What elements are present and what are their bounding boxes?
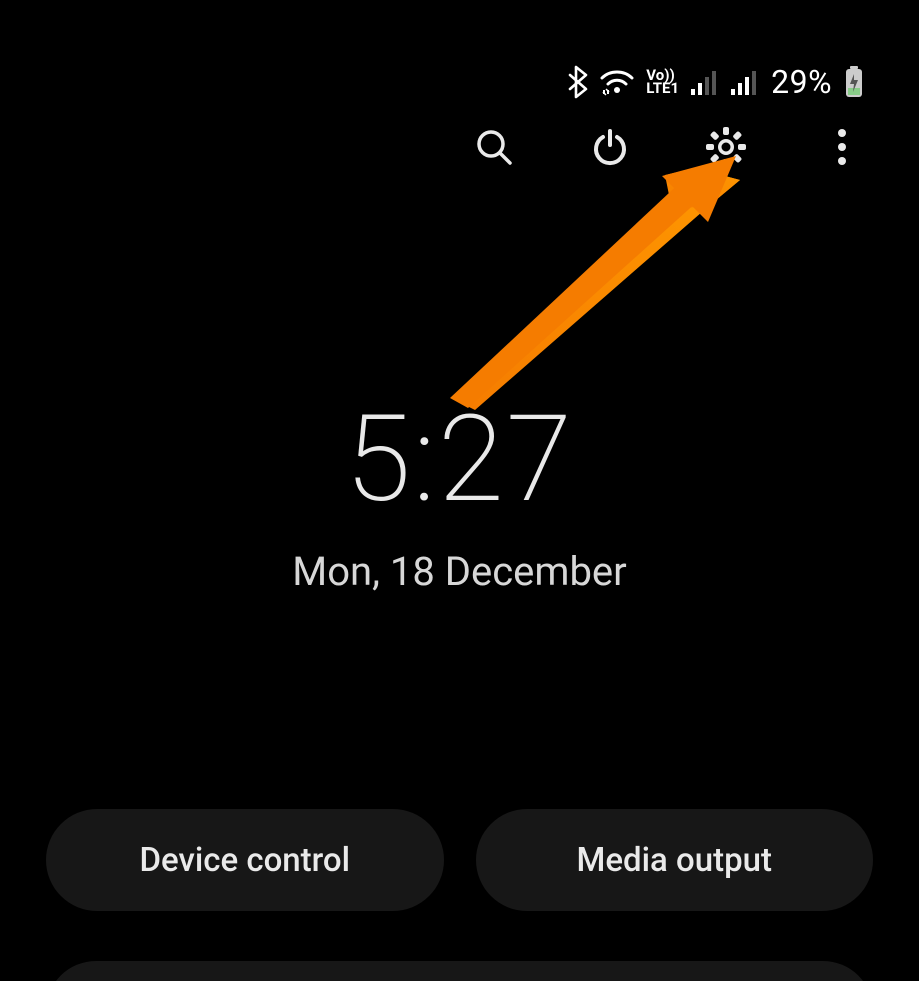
more-button[interactable] bbox=[820, 125, 864, 169]
clock-block: 5:27 Mon, 18 December bbox=[0, 400, 919, 595]
volte-label: Vo)) LTE1 bbox=[646, 69, 679, 95]
more-vert-icon bbox=[836, 127, 848, 167]
status-bar: Vo)) LTE1 29% bbox=[564, 62, 864, 102]
bottom-row: Device control Media output bbox=[46, 809, 873, 911]
media-output-button[interactable]: Media output bbox=[476, 809, 874, 911]
bluetooth-icon bbox=[564, 65, 588, 99]
search-icon bbox=[474, 127, 514, 167]
power-button[interactable] bbox=[588, 125, 632, 169]
wifi-icon bbox=[600, 68, 634, 96]
clock-time: 5:27 bbox=[0, 400, 919, 520]
power-icon bbox=[590, 127, 630, 167]
clock-date: Mon, 18 December bbox=[0, 548, 919, 595]
gear-icon bbox=[705, 126, 747, 168]
device-control-label: Device control bbox=[139, 841, 350, 880]
battery-percent: 29% bbox=[771, 63, 832, 101]
quick-panel-actions bbox=[472, 125, 864, 169]
device-control-button[interactable]: Device control bbox=[46, 809, 444, 911]
search-button[interactable] bbox=[472, 125, 516, 169]
signal-icon-2 bbox=[731, 69, 759, 95]
next-row-peek bbox=[46, 961, 873, 981]
battery-charging-icon bbox=[844, 66, 864, 98]
settings-button[interactable] bbox=[704, 125, 748, 169]
media-output-label: Media output bbox=[577, 841, 773, 880]
annotation-arrow bbox=[440, 150, 760, 430]
signal-icon-1 bbox=[691, 69, 719, 95]
